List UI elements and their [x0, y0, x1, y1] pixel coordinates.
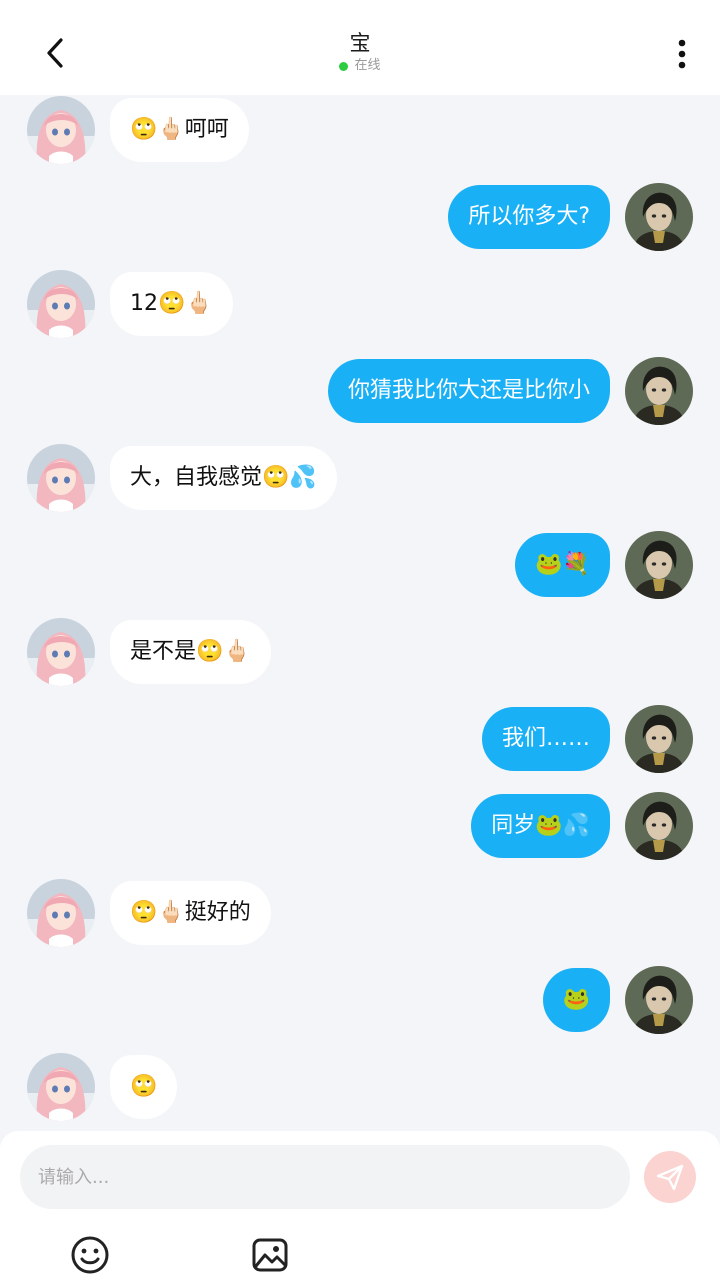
message-list[interactable]: 🙄🖕🏻呵呵 所以你多大? 12🙄🖕🏻 你猜我比你大还是比你小 大，自我感觉🙄💦 … [0, 95, 720, 1130]
message-row-outgoing: 所以你多大? [0, 183, 720, 251]
online-status: 在线 [0, 58, 720, 74]
contact-avatar[interactable] [27, 444, 95, 512]
more-button[interactable] [664, 34, 700, 74]
status-label: 在线 [354, 58, 381, 73]
message-bubble[interactable]: 🐸 [542, 968, 610, 1032]
chat-title: 宝 [349, 31, 371, 55]
message-bubble[interactable]: 同岁🐸💦 [471, 794, 610, 858]
message-row-outgoing: 同岁🐸💦 [0, 792, 720, 860]
my-avatar[interactable] [625, 357, 693, 425]
send-icon [656, 1164, 684, 1191]
message-row-incoming: 是不是🙄🖕🏻 [0, 618, 720, 686]
message-input[interactable] [20, 1145, 630, 1209]
message-row-incoming: 12🙄🖕🏻 [0, 270, 720, 338]
contact-avatar[interactable] [27, 879, 95, 947]
message-bubble[interactable]: 12🙄🖕🏻 [110, 272, 233, 336]
message-row-incoming: 🙄🖕🏻呵呵 [0, 96, 720, 164]
image-icon [252, 1238, 288, 1272]
my-avatar[interactable] [625, 705, 693, 773]
message-row-outgoing: 🐸 [0, 966, 720, 1034]
contact-avatar[interactable] [27, 618, 95, 686]
message-bubble[interactable]: 是不是🙄🖕🏻 [110, 620, 271, 684]
my-avatar[interactable] [625, 531, 693, 599]
composer-panel [0, 1131, 720, 1281]
message-bubble[interactable]: 所以你多大? [448, 185, 610, 249]
message-bubble[interactable]: 我们…… [481, 707, 610, 771]
contact-avatar[interactable] [27, 96, 95, 164]
send-button[interactable] [644, 1151, 696, 1203]
message-bubble[interactable]: 🙄🖕🏻挺好的 [110, 881, 271, 945]
message-bubble[interactable]: 🙄 [110, 1055, 178, 1119]
message-row-outgoing: 你猜我比你大还是比你小 [0, 357, 720, 425]
chat-header: 宝 在线 [0, 30, 720, 74]
message-row-outgoing: 🐸💐 [0, 531, 720, 599]
vertical-dots-icon [678, 39, 686, 69]
my-avatar[interactable] [625, 183, 693, 251]
top-bar: 宝 在线 [0, 0, 720, 95]
message-bubble[interactable]: 🐸💐 [515, 533, 610, 597]
message-bubble[interactable]: 大，自我感觉🙄💦 [110, 446, 337, 510]
message-bubble[interactable]: 🙄🖕🏻呵呵 [110, 98, 249, 162]
contact-avatar[interactable] [27, 1053, 95, 1121]
online-dot-icon [339, 61, 349, 71]
message-row-incoming: 🙄🖕🏻挺好的 [0, 879, 720, 947]
message-row-incoming: 🙄 [0, 1053, 720, 1121]
message-row-outgoing: 我们…… [0, 705, 720, 773]
contact-avatar[interactable] [27, 270, 95, 338]
my-avatar[interactable] [625, 792, 693, 860]
emoji-icon [71, 1236, 109, 1274]
message-row-incoming: 大，自我感觉🙄💦 [0, 444, 720, 512]
image-button[interactable] [250, 1235, 290, 1275]
message-bubble[interactable]: 你猜我比你大还是比你小 [327, 359, 610, 423]
emoji-button[interactable] [70, 1235, 110, 1275]
my-avatar[interactable] [625, 966, 693, 1034]
